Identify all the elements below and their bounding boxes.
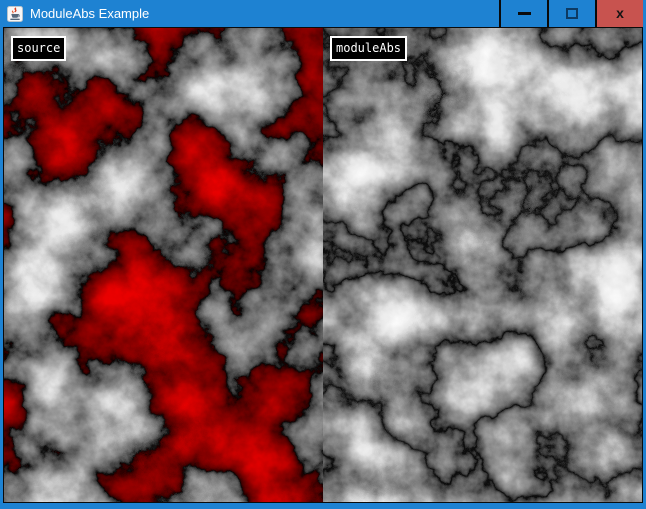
java-coffee-cup-icon	[7, 6, 23, 22]
minimize-button[interactable]	[501, 0, 547, 27]
maximize-button[interactable]	[549, 0, 595, 27]
close-button[interactable]: x	[597, 0, 643, 27]
source-noise-image	[4, 28, 323, 502]
window-title: ModuleAbs Example	[30, 6, 499, 22]
source-image-panel: source	[4, 28, 323, 502]
moduleabs-label: moduleAbs	[330, 36, 407, 61]
titlebar[interactable]: ModuleAbs Example x	[3, 0, 643, 27]
window-content: source moduleAbs	[3, 27, 643, 503]
window-controls: x	[499, 0, 643, 27]
moduleabs-image-panel: moduleAbs	[323, 28, 642, 502]
minimize-dash-icon	[518, 12, 531, 15]
moduleabs-noise-image	[323, 28, 642, 502]
maximize-square-icon	[566, 8, 578, 19]
source-label: source	[11, 36, 66, 61]
app-window: ModuleAbs Example x source moduleAbs	[0, 0, 646, 509]
